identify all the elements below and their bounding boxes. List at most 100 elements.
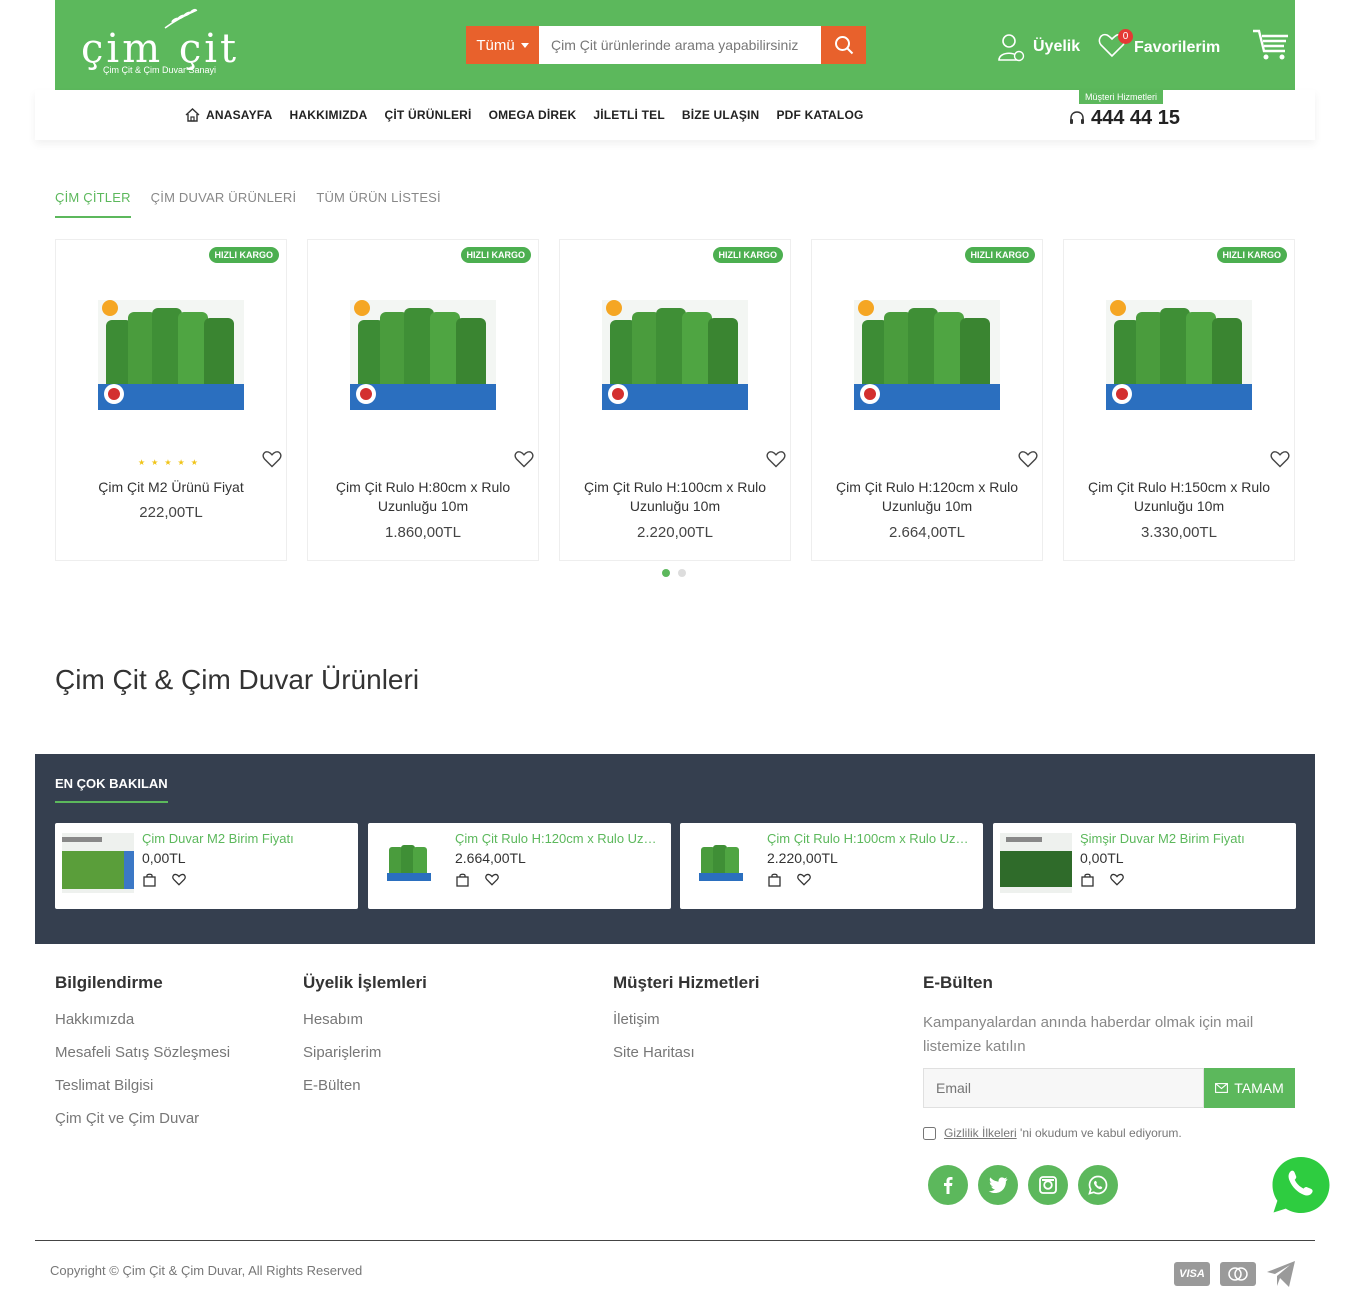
footer-link-distance-sales[interactable]: Mesafeli Satış Sözleşmesi bbox=[55, 1044, 230, 1061]
newsletter-form: TAMAM bbox=[923, 1068, 1295, 1108]
most-viewed-price: 0,00TL bbox=[142, 850, 186, 866]
twitter-button[interactable] bbox=[978, 1165, 1018, 1205]
customer-service-badge: Müşteri Hizmetleri bbox=[1079, 90, 1164, 104]
newsletter-description: Kampanyalardan anında haberdar olmak içi… bbox=[923, 1014, 1254, 1055]
privacy-checkbox[interactable] bbox=[923, 1126, 936, 1140]
shopping-bag-icon[interactable] bbox=[768, 873, 781, 887]
privacy-policy-link[interactable]: Gizlilik İlkeleri bbox=[944, 1126, 1017, 1140]
add-to-favorites-button[interactable] bbox=[1270, 450, 1290, 473]
heart-icon[interactable] bbox=[1110, 873, 1124, 886]
heart-icon[interactable] bbox=[797, 873, 811, 886]
instagram-button[interactable] bbox=[1028, 1165, 1068, 1205]
product-name[interactable]: Çim Çit Rulo H:80cm x Rulo Uzunluğu 10m bbox=[318, 478, 528, 516]
footer-link-orders[interactable]: Siparişlerim bbox=[303, 1044, 427, 1061]
product-card[interactable]: HIZLI KARGO Çim Çit Rulo H:100cm x Rulo … bbox=[559, 239, 791, 561]
favorites-link[interactable]: 0 Favorilerim bbox=[1098, 29, 1221, 63]
tab-grass-wall[interactable]: ÇİM DUVAR ÜRÜNLERİ bbox=[151, 190, 297, 218]
product-card[interactable]: HIZLI KARGO Çim Çit Rulo H:80cm x Rulo U… bbox=[307, 239, 539, 561]
add-to-favorites-button[interactable] bbox=[514, 450, 534, 473]
product-image bbox=[602, 300, 748, 410]
footer-link-newsletter[interactable]: E-Bülten bbox=[303, 1077, 427, 1094]
most-viewed-actions bbox=[768, 873, 811, 887]
main-nav: ANASAYFA HAKKIMIZDA ÇİT ÜRÜNLERİ OMEGA D… bbox=[185, 90, 864, 140]
search-category-label: Tümü bbox=[476, 36, 515, 54]
social-links bbox=[928, 1165, 1118, 1205]
user-icon bbox=[998, 34, 1025, 62]
footer-link-about[interactable]: Hakkımızda bbox=[55, 1011, 230, 1028]
top-header: çim çit Çim Çit & Çim Duvar Sanayi Tümü … bbox=[55, 0, 1295, 90]
most-viewed-price: 2.220,00TL bbox=[767, 850, 838, 866]
whatsapp-button[interactable] bbox=[1078, 1165, 1118, 1205]
carousel-dot[interactable] bbox=[678, 569, 686, 577]
phone-number[interactable]: 444 44 15 bbox=[1069, 107, 1180, 130]
search-category-dropdown[interactable]: Tümü bbox=[466, 26, 539, 64]
most-viewed-name[interactable]: Çim Çit Rulo H:120cm x Rulo Uzunluğu 10m bbox=[455, 831, 663, 846]
most-viewed-item[interactable]: Çim Çit Rulo H:120cm x Rulo Uzunluğu 10m… bbox=[368, 823, 671, 909]
footer-link-sitemap[interactable]: Site Haritası bbox=[613, 1044, 759, 1061]
heart-icon[interactable] bbox=[485, 873, 499, 886]
headset-icon bbox=[1070, 111, 1084, 124]
product-name[interactable]: Çim Çit Rulo H:120cm x Rulo Uzunluğu 10m bbox=[822, 478, 1032, 516]
nav-item-home[interactable]: ANASAYFA bbox=[185, 108, 273, 122]
product-card[interactable]: HIZLI KARGO ★★★★★ Çim Çit M2 Ürünü Fiyat… bbox=[55, 239, 287, 561]
logo[interactable]: çim çit Çim Çit & Çim Duvar Sanayi bbox=[81, 8, 241, 80]
nav-item-about[interactable]: HAKKIMIZDA bbox=[290, 108, 368, 122]
carousel-dot-active[interactable] bbox=[662, 569, 670, 577]
add-to-favorites-button[interactable] bbox=[766, 450, 786, 473]
favorites-count-badge: 0 bbox=[1118, 29, 1133, 44]
product-card[interactable]: HIZLI KARGO Çim Çit Rulo H:120cm x Rulo … bbox=[811, 239, 1043, 561]
search-button[interactable] bbox=[821, 26, 866, 64]
member-link[interactable]: Üyelik bbox=[997, 32, 1080, 62]
most-viewed-item[interactable]: Çim Duvar M2 Birim Fiyatı 0,00TL bbox=[55, 823, 358, 909]
add-to-favorites-button[interactable] bbox=[1018, 450, 1038, 473]
nav-item-contact[interactable]: BİZE ULAŞIN bbox=[682, 108, 760, 122]
footer-link-contact[interactable]: İletişim bbox=[613, 1011, 759, 1028]
footer-link-my-account[interactable]: Hesabım bbox=[303, 1011, 427, 1028]
section-title: Çim Çit & Çim Duvar Ürünleri bbox=[55, 664, 420, 695]
tab-grass-fence[interactable]: ÇİM ÇİTLER bbox=[55, 190, 131, 218]
product-thumbnail bbox=[1000, 833, 1072, 893]
product-name[interactable]: Çim Çit M2 Ürünü Fiyat bbox=[66, 478, 276, 497]
newsletter-submit-button[interactable]: TAMAM bbox=[1204, 1068, 1295, 1108]
fast-shipping-badge: HIZLI KARGO bbox=[208, 247, 279, 263]
whatsapp-icon bbox=[1266, 1152, 1334, 1220]
most-viewed-item[interactable]: Çim Çit Rulo H:100cm x Rulo Uzunluğu 10m… bbox=[680, 823, 983, 909]
whatsapp-icon bbox=[1088, 1175, 1108, 1195]
nav-item-omega-post[interactable]: OMEGA DİREK bbox=[489, 108, 577, 122]
footer-service-title: Müşteri Hizmetleri bbox=[613, 973, 760, 992]
rating-stars: ★★★★★ bbox=[138, 458, 204, 467]
caret-down-icon bbox=[520, 42, 529, 48]
most-viewed-name[interactable]: Şimşir Duvar M2 Birim Fiyatı bbox=[1080, 831, 1288, 846]
product-card[interactable]: HIZLI KARGO Çim Çit Rulo H:150cm x Rulo … bbox=[1063, 239, 1295, 561]
product-name[interactable]: Çim Çit Rulo H:150cm x Rulo Uzunluğu 10m bbox=[1074, 478, 1284, 516]
most-viewed-name[interactable]: Çim Çit Rulo H:100cm x Rulo Uzunluğu 10m bbox=[767, 831, 975, 846]
favorites-label: Favorilerim bbox=[1134, 38, 1221, 56]
product-name[interactable]: Çim Çit Rulo H:100cm x Rulo Uzunluğu 10m bbox=[570, 478, 780, 516]
tab-all-products[interactable]: TÜM ÜRÜN LİSTESİ bbox=[316, 190, 441, 218]
nav-item-pdf-catalog[interactable]: PDF KATALOG bbox=[776, 108, 863, 122]
most-viewed-name[interactable]: Çim Duvar M2 Birim Fiyatı bbox=[142, 831, 350, 846]
fast-shipping-badge: HIZLI KARGO bbox=[460, 247, 531, 263]
floating-whatsapp-button[interactable] bbox=[1262, 1148, 1340, 1231]
shopping-bag-icon[interactable] bbox=[1081, 873, 1094, 887]
heart-icon[interactable] bbox=[172, 873, 186, 886]
newsletter-email-input[interactable] bbox=[923, 1068, 1204, 1108]
nav-item-razor-wire[interactable]: JİLETLİ TEL bbox=[593, 108, 665, 122]
footer-divider bbox=[35, 1240, 1315, 1241]
facebook-icon bbox=[944, 1177, 953, 1194]
most-viewed-panel: EN ÇOK BAKILAN Çim Duvar M2 Birim Fiyatı… bbox=[35, 754, 1315, 944]
footer-link-delivery[interactable]: Teslimat Bilgisi bbox=[55, 1077, 230, 1094]
shopping-bag-icon[interactable] bbox=[143, 873, 156, 887]
twitter-icon bbox=[988, 1177, 1008, 1193]
footer-link-grass-fence[interactable]: Çim Çit ve Çim Duvar bbox=[55, 1110, 230, 1127]
search-bar: Tümü bbox=[466, 26, 866, 64]
facebook-button[interactable] bbox=[928, 1165, 968, 1205]
search-icon bbox=[834, 36, 853, 55]
shopping-bag-icon[interactable] bbox=[456, 873, 469, 887]
cart-button[interactable] bbox=[1251, 27, 1291, 66]
search-input[interactable] bbox=[539, 26, 821, 64]
fast-shipping-badge: HIZLI KARGO bbox=[712, 247, 783, 263]
nav-item-fence-products[interactable]: ÇİT ÜRÜNLERİ bbox=[385, 108, 472, 122]
most-viewed-item[interactable]: Şimşir Duvar M2 Birim Fiyatı 0,00TL bbox=[993, 823, 1296, 909]
add-to-favorites-button[interactable] bbox=[262, 450, 282, 473]
